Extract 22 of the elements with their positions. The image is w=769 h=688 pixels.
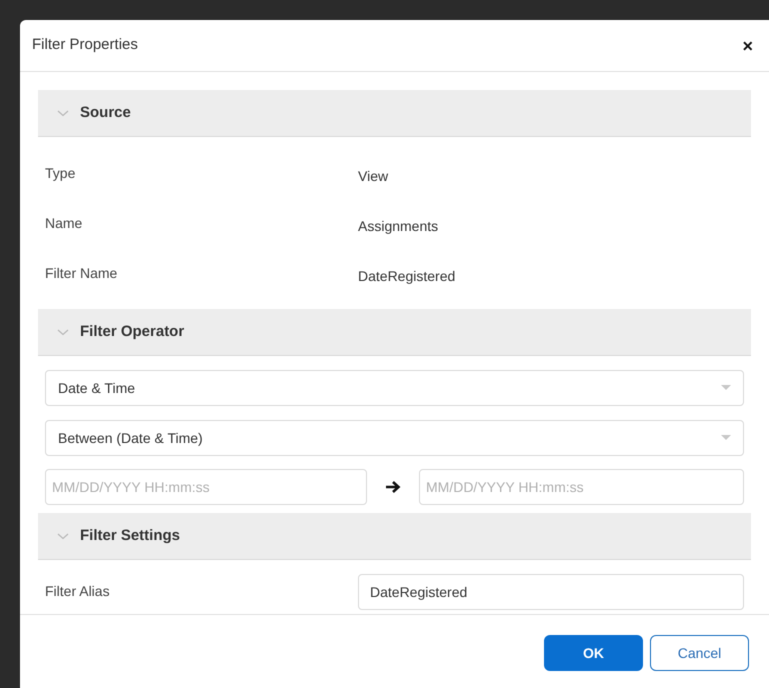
dialog-title: Filter Properties <box>32 35 138 56</box>
dropdown-arrow-icon <box>721 385 731 391</box>
field-label: Filter Name <box>45 264 118 282</box>
field-label: Filter Alias <box>45 582 111 601</box>
field-label: Name <box>45 214 84 232</box>
date-field[interactable]: MM/DD/YYYY HH:mm:ss <box>419 469 744 505</box>
dropdown-arrow-icon <box>721 435 731 441</box>
section-header[interactable]: Source <box>38 90 751 137</box>
ok-button[interactable]: OK <box>544 635 643 671</box>
close-button[interactable]: × <box>738 36 757 54</box>
section-header[interactable]: Filter Operator <box>38 309 751 356</box>
dropdown[interactable]: Date & Time <box>45 370 744 406</box>
cancel-button[interactable]: Cancel <box>650 635 749 671</box>
section-header[interactable]: Filter Settings <box>38 513 751 560</box>
field-value: DateRegistered <box>358 266 456 286</box>
text-field[interactable]: DateRegistered <box>358 574 744 610</box>
date-field[interactable]: MM/DD/YYYY HH:mm:ss <box>45 469 367 505</box>
field-value: View <box>358 166 388 186</box>
field-label: Type <box>45 164 76 183</box>
field-value: Assignments <box>358 216 438 236</box>
arrow-right-icon <box>385 480 401 494</box>
dropdown[interactable]: Between (Date & Time) <box>45 420 744 456</box>
